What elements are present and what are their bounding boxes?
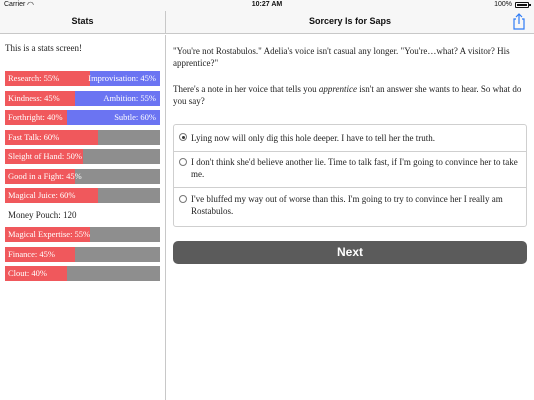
share-icon [513,13,525,30]
choice-option-3[interactable]: I've bluffed my way out of worse than th… [174,187,526,226]
radio-button-1[interactable] [179,133,187,141]
stat-label-5: Good in a Fight: 45% [8,170,82,181]
stat-plain-7: Money Pouch: 120 [8,209,77,220]
stat-label-2: Forthright: 40% [8,112,63,122]
share-button[interactable] [512,13,526,30]
battery-percent: 100% [494,1,512,8]
stat-bar-6: Magical Juice: 60% [5,188,160,203]
main-navbar: Sorcery Is for Saps [166,11,534,34]
stat-bar-4: Sleight of Hand: 50% [5,149,160,164]
stat-opposed-label-2: Subtle: 60% [114,112,156,122]
choice-list: Lying now will only dig this hole deeper… [173,124,527,227]
stat-label-1: Kindness: 45% [8,92,60,103]
stat-bar-8: Magical Expertise: 55% [5,227,160,242]
stat-label-8: Magical Expertise: 55% [8,229,91,239]
page-title: Sorcery Is for Saps [308,16,392,26]
stat-label-10: Clout: 40% [8,268,47,278]
stat-label-3: Fast Talk: 60% [8,131,60,142]
status-bar: Carrier ◠ 10:27 AM 100% [0,0,534,11]
choice-label-1: Lying now will only dig this hole deeper… [191,133,435,143]
clock: 10:27 AM [251,1,283,8]
next-button[interactable]: Next [173,241,527,264]
stat-opposed-label-1: Ambition: 55% [103,92,156,103]
stat-label-0: Research: 55% [8,73,60,83]
sidebar-title: Stats [71,16,94,26]
stat-bar-5: Good in a Fight: 45% [5,168,160,184]
stat-bar-10: Clout: 40% [5,266,160,281]
story-panel: "You're not Rostabulos." Adelia's voice … [166,35,534,400]
sidebar-navbar: Stats [0,11,166,34]
battery-icon [515,2,531,8]
stat-bar-9: Finance: 45% [5,246,160,262]
choice-label-3: I've bluffed my way out of worse than th… [191,194,503,216]
story-paragraph-2-part-1: There's a note in her voice that tells y… [173,84,319,94]
stat-label-4: Sleight of Hand: 50% [8,151,82,161]
stat-opposed-label-0: Improvisation: 45% [88,73,156,83]
choice-label-2: I don't think she'd believe another lie.… [191,157,518,179]
story-paragraph-2-emphasis: apprentice [318,84,357,94]
stat-label-6: Magical Juice: 60% [8,190,76,200]
stat-bar-3: Fast Talk: 60% [5,129,160,145]
stat-label-9: Finance: 45% [8,248,55,259]
choice-option-2[interactable]: I don't think she'd believe another lie.… [174,151,526,187]
radio-button-3[interactable] [179,195,187,203]
choice-option-1[interactable]: Lying now will only dig this hole deeper… [174,125,526,151]
story-paragraph-2: There's a note in her voice that tells y… [173,83,528,107]
stats-sidebar: This is a stats screen! Research: 55% Imp… [0,35,166,400]
stats-intro: This is a stats screen! [5,43,82,53]
stat-bar-2: Forthright: 40% Subtle: 60% [5,110,160,125]
stat-bar-1: Kindness: 45% Ambition: 55% [5,90,160,106]
story-paragraph-1: "You're not Rostabulos." Adelia's voice … [173,46,510,68]
radio-button-2[interactable] [179,158,187,166]
stat-bar-0: Research: 55% Improvisation: 45% [5,71,160,86]
